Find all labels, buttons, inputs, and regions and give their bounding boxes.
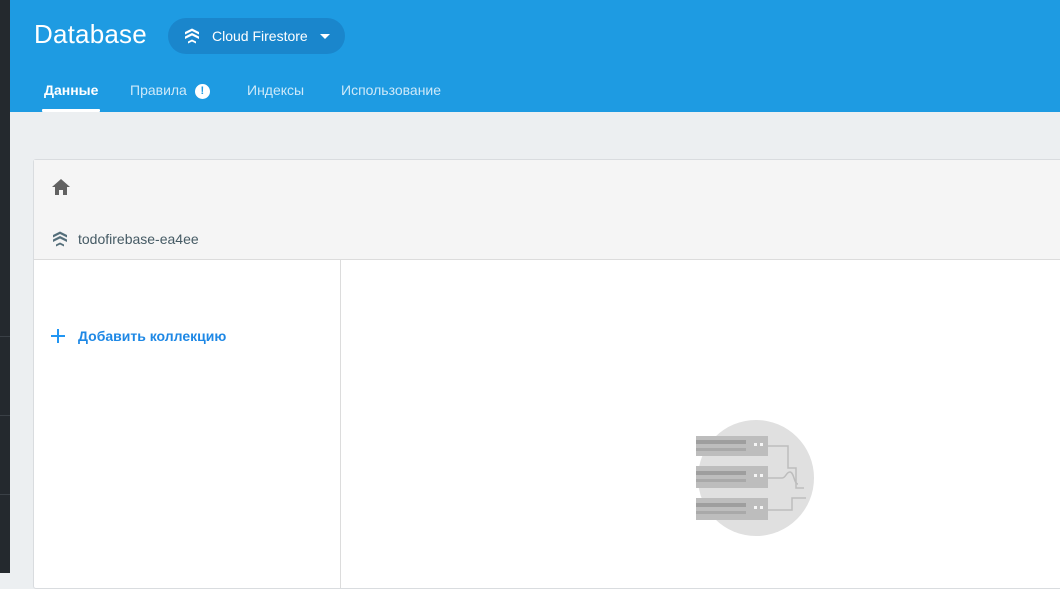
firestore-icon [182,26,202,46]
root-column-header: todofirebase-ea4ee [34,216,340,260]
project-root-item[interactable]: todofirebase-ea4ee [50,229,199,249]
firestore-icon [50,229,70,249]
left-edge-strip [0,0,10,573]
tab-rules[interactable]: Правила! [130,70,210,112]
tab-data[interactable]: Данные [42,70,101,112]
add-collection-button[interactable]: Добавить коллекцию [50,328,226,344]
detail-column [340,216,1060,588]
tab-indexes-label: Индексы [247,82,305,98]
root-column: todofirebase-ea4ee Добавить коллекцию [34,216,341,588]
project-id-label: todofirebase-ea4ee [78,231,199,247]
chevron-down-icon [319,33,330,39]
data-panel: todofirebase-ea4ee Добавить коллекцию [33,159,1060,589]
detail-column-header [340,216,1060,260]
tab-indexes[interactable]: Индексы [247,70,304,112]
tab-usage-label: Использование [341,82,442,98]
page-title: Database [34,19,147,49]
plus-icon [50,328,66,344]
database-selector[interactable]: Cloud Firestore [168,18,345,54]
tab-data-label: Данные [44,82,99,98]
tab-usage[interactable]: Использование [341,70,441,112]
active-tab-indicator [42,109,101,112]
tab-rules-label: Правила [130,82,187,98]
panel-toolbar [34,160,1060,217]
database-servers-illustration [696,418,816,538]
database-selector-label: Cloud Firestore [212,28,308,44]
add-collection-label: Добавить коллекцию [78,328,227,344]
tab-bar: Данные Правила! Индексы Использование [20,70,1060,112]
warning-icon: ! [194,84,210,99]
home-icon[interactable] [50,177,72,197]
app-header: Database Cloud Firestore Данные Правила!… [10,0,1060,112]
